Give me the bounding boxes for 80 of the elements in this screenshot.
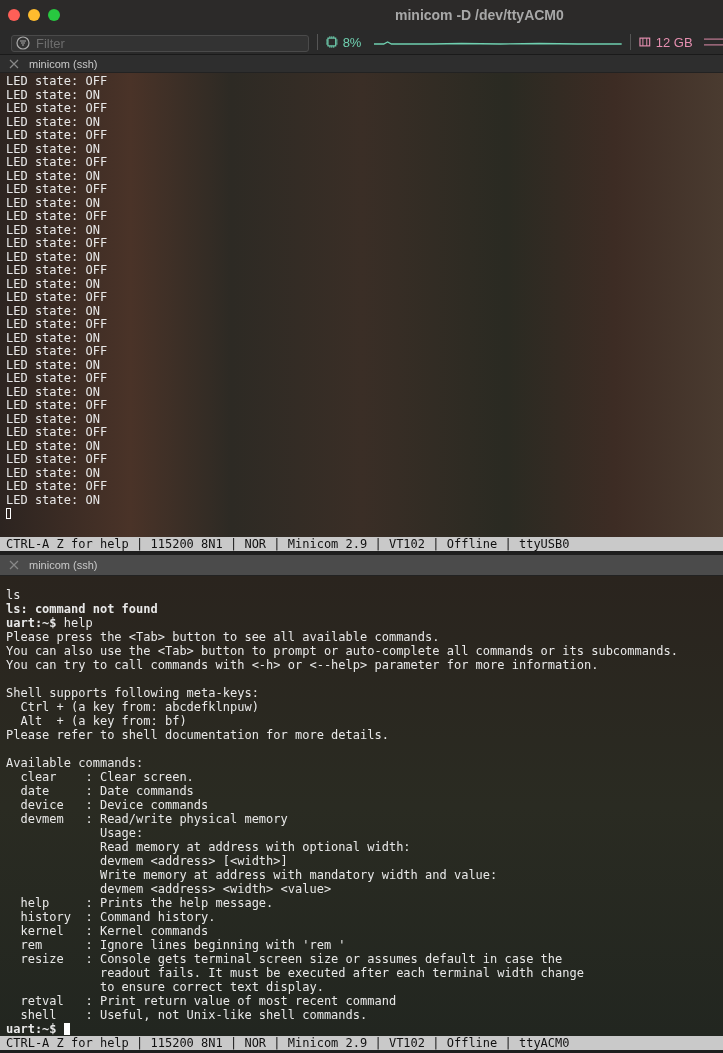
terminal-line: LED state: OFF	[6, 291, 108, 305]
terminal-line: to ensure correct text display.	[98, 980, 324, 994]
terminal-line: readout fails. It must be executed after each terminal width change	[98, 966, 584, 980]
filter-field[interactable]: Filter	[11, 34, 309, 52]
tab-title: minicom (ssh)	[29, 559, 98, 571]
terminal-line: LED state: ON	[6, 358, 100, 372]
terminal-line: LED state: ON	[6, 493, 100, 507]
terminal-line: LED state: ON	[6, 331, 100, 345]
terminal-line: LED state: OFF	[6, 318, 108, 332]
terminal-line: Read memory at address with optional width:	[98, 840, 411, 854]
terminal-line: help : Prints the help message.	[19, 896, 274, 910]
terminal-line: Ctrl + (a key from: abcdefklnpuw)	[19, 700, 259, 714]
terminal-line: Write memory at address with mandatory width and value:	[98, 868, 498, 882]
terminal-line: You can try to call commands with <-h> or <--help> parameter for more information.	[6, 658, 599, 672]
terminal-line: Please press the <Tab> button to see all available commands.	[6, 630, 440, 644]
tab-title: minicom (ssh)	[29, 57, 98, 70]
terminal-line: LED state: OFF	[6, 210, 108, 224]
terminal-line: LED state: ON	[6, 88, 100, 102]
terminal-line: uart:~$ help	[6, 616, 93, 630]
terminal-line: LED state: ON	[6, 169, 100, 183]
chip-icon	[325, 36, 338, 48]
terminal-line: ls: command not found	[6, 602, 158, 616]
terminal-line: device : Device commands	[19, 798, 209, 812]
terminal-line: Available commands:	[6, 756, 144, 770]
terminal-line: devmem : Read/write physical memory	[19, 812, 288, 826]
terminal-line: LED state: ON	[6, 223, 100, 237]
terminal-line: LED state: ON	[6, 466, 100, 480]
terminal-line: date : Date commands	[19, 784, 194, 798]
terminal-line: LED state: ON	[6, 439, 100, 453]
terminal-line: LED state: OFF	[6, 264, 108, 278]
memory-icon	[639, 36, 651, 48]
terminal-line: LED state: ON	[6, 412, 100, 426]
terminal-line: uart:~$	[6, 1022, 58, 1036]
terminal-line: LED state: OFF	[6, 399, 108, 413]
zoom-button[interactable]	[48, 9, 60, 21]
terminal-line: Alt + (a key from: bf)	[19, 714, 187, 728]
status-bar: CTRL-A Z for help | 115200 8N1 | NOR | Minicom 2.9 | VT102 | Offline | ttyACM0	[0, 1036, 723, 1050]
minimize-button[interactable]	[28, 9, 40, 21]
terminal-line: LED state: ON	[6, 385, 100, 399]
terminal-line: clear : Clear screen.	[19, 770, 194, 784]
terminal-line: shell : Useful, not Unix-like shell commands.	[19, 1008, 368, 1022]
window-title: minicom -D /dev/ttyACM0	[395, 7, 564, 23]
terminal-line: LED state: ON	[6, 304, 100, 318]
terminal-line: kernel : Kernel commands	[19, 924, 209, 938]
cpu-reading: 8%	[342, 34, 362, 50]
terminal-line: You can also use the <Tab> button to prompt or auto-complete all commands or its subcommands.	[6, 644, 678, 658]
terminal-line: LED state: OFF	[6, 156, 108, 170]
status-bar: CTRL-A Z for help | 115200 8N1 | NOR | Minicom 2.9 | VT102 | Offline | ttyUSB0	[0, 537, 723, 551]
terminal-line: Usage:	[98, 826, 144, 840]
terminal-line: devmem <address> [<width>]	[98, 854, 288, 868]
close-button[interactable]	[8, 9, 20, 21]
terminal-line: ls	[6, 588, 21, 602]
terminal-line: LED state: OFF	[6, 183, 108, 197]
terminal-line: Please refer to shell documentation for more details.	[6, 728, 389, 742]
terminal-line: LED state: ON	[6, 196, 100, 210]
pane-tab[interactable]: minicom (ssh)	[0, 555, 723, 576]
terminal-line: history : Command history.	[19, 910, 216, 924]
terminal-line: LED state: OFF	[6, 129, 108, 143]
close-icon[interactable]	[9, 560, 19, 570]
terminal-line: LED state: OFF	[6, 480, 108, 494]
terminal-line: LED state: OFF	[6, 345, 108, 359]
pane-tab[interactable]: minicom (ssh)	[0, 55, 723, 73]
terminal-line: rem : Ignore lines beginning with 'rem '	[19, 938, 346, 952]
terminal-line: devmem <address> <width> <value>	[98, 882, 332, 896]
terminal-line: LED state: OFF	[6, 237, 108, 251]
memory-sparkline	[703, 36, 723, 48]
terminal-line: LED state: ON	[6, 142, 100, 156]
terminal-line: LED state: OFF	[6, 102, 108, 116]
terminal-line: LED state: ON	[6, 115, 100, 129]
terminal-line: LED state: OFF	[6, 372, 108, 386]
terminal-line: LED state: ON	[6, 250, 100, 264]
terminal-line: LED state: OFF	[6, 453, 108, 467]
terminal-line: retval : Print return value of most recent command	[19, 994, 397, 1008]
close-icon[interactable]	[9, 58, 19, 69]
memory-reading: 12 GB	[655, 34, 693, 50]
terminal-line: LED state: OFF	[6, 75, 108, 89]
terminal-line: LED state: OFF	[6, 426, 108, 440]
terminal-line: Shell supports following meta-keys:	[6, 686, 259, 700]
terminal-line: LED state: ON	[6, 277, 100, 291]
terminal-line: resize : Console gets terminal screen size or assumes default in case the	[19, 952, 563, 966]
